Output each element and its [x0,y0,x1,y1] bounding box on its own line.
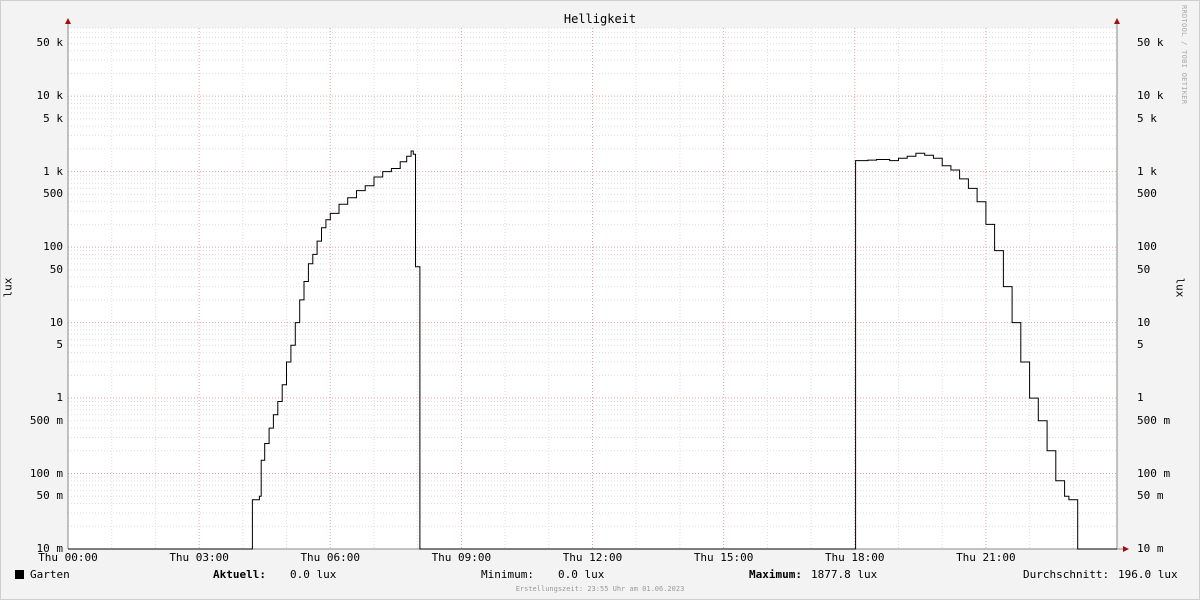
y-axis-arrow-right [1114,18,1120,24]
y-tick-label-right: 5 k [1137,111,1157,125]
legend-maximum-value: 1877.8 lux [811,568,878,581]
y-tick-label-left: 50 k [36,36,64,50]
y-tick-label-left: 1 [56,391,63,405]
y-tick-label-left: 50 [49,262,63,276]
y-tick-label-left: 10 k [36,89,64,103]
y-tick-label-right: 500 m [1137,413,1171,427]
x-tick-label: Thu 09:00 [431,551,492,564]
y-tick-label-left: 5 [56,338,63,352]
y-tick-label-right: 10 k [1137,89,1164,103]
legend-minimum-label: Minimum: [481,568,534,581]
y-tick-label-left: 50 m [36,489,64,503]
x-tick-label: Thu 03:00 [169,551,229,564]
legend-durchschnitt-label: Durchschnitt: [1023,568,1110,581]
y-tick-label-left: 10 [49,315,63,329]
y-tick-label-right: 1 k [1137,164,1157,178]
y-tick-label-left: 1 k [43,164,63,178]
x-tick-label: Thu 15:00 [693,551,754,564]
x-axis-arrow [1123,546,1129,552]
legend-minimum-value: 0.0 lux [558,568,605,581]
legend-swatch [15,570,24,579]
y-axis-arrow-left [65,18,71,24]
footer-note: Erstellungszeit: 23:55 Uhr am 01.06.2023 [515,585,685,593]
legend-series-name: Garten [30,568,70,581]
y-tick-label-right: 10 [1137,315,1151,329]
x-tick-label: Thu 21:00 [956,551,1016,564]
y-tick-label-left: 100 m [29,466,63,480]
y-tick-label-right: 500 [1137,187,1157,201]
y-tick-label-right: 100 [1137,240,1157,254]
chart-plot [65,18,1129,552]
y-tick-label-left: 100 [43,240,63,254]
legend-durchschnitt-value: 196.0 lux [1118,568,1178,581]
y-tick-label-right: 50 m [1137,489,1164,503]
legend-aktuell-label: Aktuell: [213,568,266,581]
y-tick-label-right: 50 [1137,262,1151,276]
y-tick-label-left: 500 m [29,413,63,427]
y-tick-label-right: 50 k [1137,36,1164,50]
x-tick-label: Thu 18:00 [824,551,885,564]
y-tick-label-right: 10 m [1137,542,1164,555]
y-tick-label-right: 100 m [1137,466,1171,480]
y-tick-label-right: 1 [1137,391,1144,405]
x-tick-label: Thu 06:00 [300,551,361,564]
x-tick-label: Thu 12:00 [562,551,623,564]
y-tick-label-right: 5 [1137,338,1144,352]
y-tick-label-left: 5 k [43,111,63,125]
y-tick-label-left: 500 [43,187,63,201]
legend-aktuell-value: 0.0 lux [290,568,337,581]
legend-maximum-label: Maximum: [749,568,802,581]
x-tick-label: Thu 00:00 [38,551,98,564]
